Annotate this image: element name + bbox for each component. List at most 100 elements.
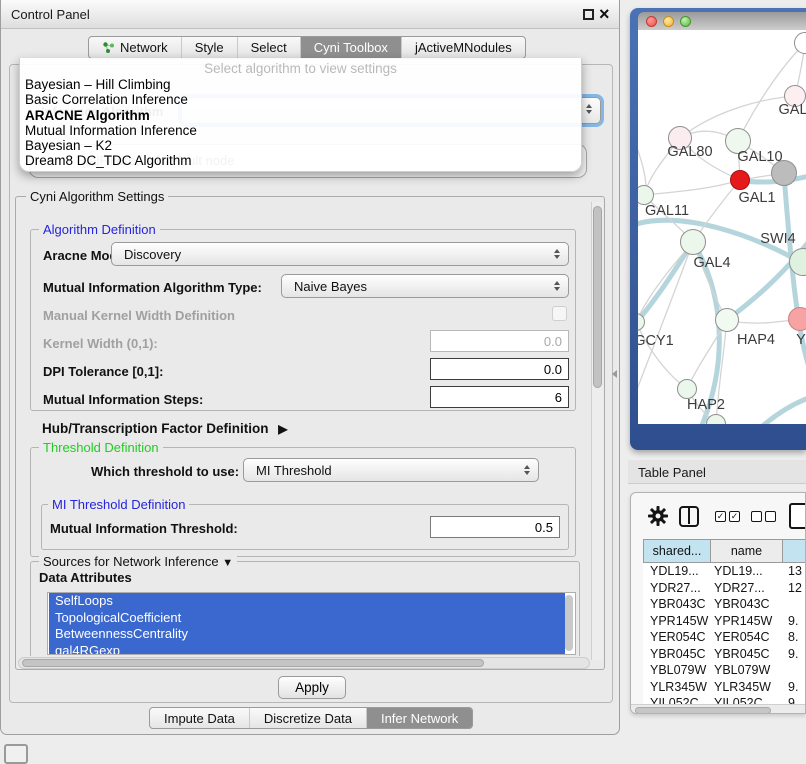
- attribute-item-topologicalcoefficient[interactable]: TopologicalCoefficient: [49, 610, 565, 627]
- sources-title[interactable]: Sources for Network Inference ▼: [39, 554, 237, 569]
- mi-threshold-input[interactable]: [430, 516, 560, 538]
- panel-title: Control Panel: [11, 7, 90, 22]
- attribute-item-betweennesscentrality[interactable]: BetweennessCentrality: [49, 626, 565, 643]
- network-node-gal4[interactable]: [680, 229, 706, 255]
- new-table-icon[interactable]: [789, 503, 806, 529]
- table-header-row: shared... name A: [643, 539, 806, 563]
- node-label: HAP2: [687, 397, 725, 413]
- kernel-width-input[interactable]: [430, 330, 569, 352]
- aracne-mode-combobox[interactable]: Discovery: [111, 242, 569, 266]
- scrollbar-thumb[interactable]: [635, 707, 771, 714]
- dropdown-item-mutual-information[interactable]: Mutual Information Inference: [20, 123, 581, 138]
- dropdown-item-basic-correlation[interactable]: Basic Correlation Inference: [20, 92, 581, 107]
- network-window-titlebar: [638, 12, 806, 30]
- combo-arrows-icon: [554, 281, 560, 291]
- tab-select[interactable]: Select: [237, 37, 300, 58]
- network-node-gal1-selected[interactable]: [730, 170, 750, 190]
- tab-infer-network[interactable]: Infer Network: [366, 708, 472, 728]
- node-label: GAL1: [738, 190, 775, 206]
- manual-kernel-width-label: Manual Kernel Width Definition: [43, 308, 235, 323]
- tab-impute-data[interactable]: Impute Data: [150, 708, 249, 728]
- scrollbar-thumb[interactable]: [22, 659, 484, 667]
- tab-jactivemnodules[interactable]: jActiveMNodules: [401, 37, 525, 58]
- table-panel: ✓✓ shared... name A YDL19...YDL19...13 Y…: [630, 492, 806, 714]
- node-label: GAL80: [667, 144, 712, 160]
- node-label: HAP4: [737, 332, 775, 348]
- mi-threshold-definition-title: MI Threshold Definition: [48, 497, 189, 512]
- gear-icon[interactable]: [648, 506, 668, 526]
- dropdown-item-aracne[interactable]: ARACNE Algorithm: [20, 108, 581, 123]
- close-icon[interactable]: ×: [599, 3, 610, 25]
- dropdown-item-bayesian-hill-climbing[interactable]: Bayesian – Hill Climbing: [20, 77, 581, 92]
- mi-threshold-label: Mutual Information Threshold:: [50, 521, 238, 536]
- threshold-definition-group: Threshold Definition Which threshold to …: [30, 447, 576, 557]
- minimize-traffic-light-icon[interactable]: [663, 16, 674, 27]
- node-label: GAL4: [693, 255, 730, 271]
- table-row[interactable]: YBL079WYBL079W: [643, 662, 806, 679]
- apply-button[interactable]: Apply: [278, 676, 346, 699]
- dpi-tolerance-input[interactable]: [430, 358, 569, 380]
- threshold-definition-title: Threshold Definition: [39, 440, 163, 455]
- algorithm-dropdown-popup: Select algorithm to view settings Bayesi…: [19, 58, 582, 172]
- table-horizontal-scrollbar[interactable]: [631, 704, 806, 714]
- list-scrollbar-thumb[interactable]: [565, 595, 573, 651]
- table-row[interactable]: YDR27...YDR27...12: [643, 580, 806, 597]
- tab-style[interactable]: Style: [181, 37, 237, 58]
- mi-steps-input[interactable]: [430, 386, 569, 408]
- cyni-bottom-tabs: Impute Data Discretize Data Infer Networ…: [149, 707, 473, 729]
- column-header-partial[interactable]: A: [783, 539, 806, 563]
- settings-vertical-scrollbar[interactable]: [591, 202, 603, 660]
- dropdown-item-dream8[interactable]: Dream8 DC_TDC Algorithm: [20, 153, 581, 168]
- node-label: GCY1: [638, 333, 674, 349]
- node-label: GAL10: [737, 149, 782, 165]
- data-attributes-label: Data Attributes: [39, 570, 132, 585]
- tab-discretize-data[interactable]: Discretize Data: [249, 708, 366, 728]
- zoom-traffic-light-icon[interactable]: [680, 16, 691, 27]
- algorithm-definition-title: Algorithm Definition: [39, 222, 160, 237]
- manual-kernel-width-checkbox[interactable]: [552, 306, 567, 321]
- table-row[interactable]: YDL19...YDL19...13: [643, 563, 806, 580]
- network-node-salmon[interactable]: [788, 307, 806, 331]
- table-panel-title: Table Panel: [638, 465, 706, 480]
- attribute-item-selfloops[interactable]: SelfLoops: [49, 593, 565, 610]
- network-node-hap4[interactable]: [715, 308, 739, 332]
- scrollbar-thumb[interactable]: [593, 206, 602, 388]
- network-canvas[interactable]: GAL GAL80 GAL10 GAL1 GAL11 SWI4 GAL4 GCY…: [638, 30, 806, 424]
- close-traffic-light-icon[interactable]: [646, 16, 657, 27]
- cyni-algorithm-settings-group: Cyni Algorithm Settings Algorithm Defini…: [15, 196, 605, 670]
- attribute-item-gal4rgexp[interactable]: gal4RGexp: [49, 643, 565, 656]
- table-row[interactable]: YBR045CYBR045C9.: [643, 646, 806, 663]
- float-panel-icon[interactable]: [583, 9, 594, 20]
- mi-algorithm-type-combobox[interactable]: Naive Bayes: [281, 274, 569, 298]
- network-node-hap2[interactable]: [677, 379, 697, 399]
- tab-network[interactable]: Network: [89, 37, 181, 58]
- node-label: Y: [796, 332, 806, 348]
- control-panel-tabs: Network Style Select Cyni Toolbox jActiv…: [88, 36, 526, 59]
- table-row[interactable]: YLR345WYLR345W9.: [643, 679, 806, 696]
- table-row[interactable]: YBR043CYBR043C: [643, 596, 806, 613]
- settings-group-title: Cyni Algorithm Settings: [26, 189, 168, 204]
- data-attributes-list: SelfLoops TopologicalCoefficient Between…: [47, 592, 576, 655]
- kernel-width-label: Kernel Width (0,1):: [43, 336, 158, 351]
- collapsed-arrow-icon: ▶: [278, 422, 287, 436]
- which-threshold-label: Which threshold to use:: [91, 464, 239, 479]
- column-header-shared-name[interactable]: shared...: [643, 539, 711, 563]
- splitter-collapse-arrow-icon[interactable]: [612, 370, 617, 378]
- combo-arrows-icon: [586, 104, 592, 114]
- mi-steps-label: Mutual Information Steps:: [43, 392, 203, 407]
- which-threshold-combobox[interactable]: MI Threshold: [243, 458, 539, 482]
- tab-cyni-toolbox[interactable]: Cyni Toolbox: [300, 37, 401, 58]
- mi-algorithm-type-label: Mutual Information Algorithm Type:: [43, 280, 262, 295]
- table-row[interactable]: YPR145WYPR145W9.: [643, 613, 806, 630]
- sources-group: Sources for Network Inference ▼ Data Att…: [30, 561, 580, 656]
- hub-definition-toggle[interactable]: Hub/Transcription Factor Definition ▶: [42, 421, 288, 436]
- settings-horizontal-scrollbar[interactable]: [18, 657, 590, 669]
- deselect-all-columns-icon[interactable]: [751, 511, 776, 522]
- minimized-panel-icon[interactable]: [4, 744, 28, 764]
- table-row[interactable]: YIL052CYIL052C9: [643, 695, 806, 704]
- column-layout-icon[interactable]: [679, 506, 699, 527]
- column-header-name[interactable]: name: [711, 539, 783, 563]
- select-all-columns-icon[interactable]: ✓✓: [715, 511, 740, 522]
- dropdown-item-bayesian-k2[interactable]: Bayesian – K2: [20, 138, 581, 153]
- table-row[interactable]: YER054CYER054C8.: [643, 629, 806, 646]
